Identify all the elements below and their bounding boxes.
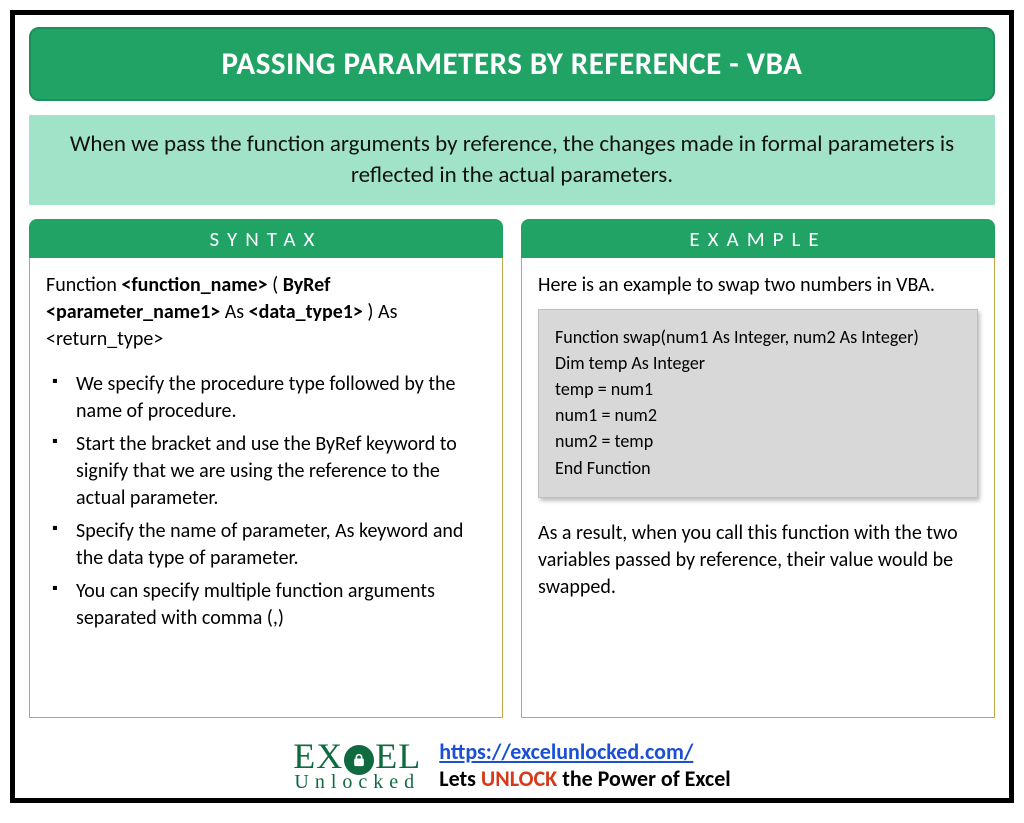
code-line: End Function	[555, 455, 961, 481]
syntax-text: Function	[46, 273, 121, 297]
syntax-column: SYNTAX Function <function_name> ( ByRef …	[29, 219, 503, 718]
tagline: Lets UNLOCK the Power of Excel	[439, 765, 730, 792]
example-outro: As a result, when you call this function…	[538, 520, 978, 601]
list-item: You can specify multiple function argume…	[50, 578, 486, 632]
list-item: We specify the procedure type followed b…	[50, 371, 486, 425]
syntax-header: SYNTAX	[29, 219, 503, 258]
code-block: Function swap(num1 As Integer, num2 As I…	[538, 309, 978, 498]
columns: SYNTAX Function <function_name> ( ByRef …	[29, 219, 995, 718]
infographic-frame: PASSING PARAMETERS BY REFERENCE - VBA Wh…	[10, 10, 1014, 803]
example-header: EXAMPLE	[521, 219, 995, 258]
example-intro: Here is an example to swap two numbers i…	[538, 272, 978, 299]
footer-text: https://excelunlocked.com/ Lets UNLOCK t…	[439, 738, 730, 792]
code-line: Function swap(num1 As Integer, num2 As I…	[555, 324, 961, 350]
logo-subtext: Unlocked	[294, 772, 420, 792]
list-item: Specify the name of parameter, As keywor…	[50, 518, 486, 572]
logo-text: EL	[375, 738, 421, 774]
intro-text: When we pass the function arguments by r…	[29, 115, 995, 205]
syntax-datatype: <data_type1>	[249, 300, 363, 324]
logo-text: EX	[293, 738, 343, 774]
logo-top: EX EL	[293, 738, 421, 774]
syntax-body: Function <function_name> ( ByRef <parame…	[29, 258, 503, 718]
tagline-suffix: the Power of Excel	[557, 765, 730, 792]
code-line: Dim temp As Integer	[555, 350, 961, 376]
syntax-declaration: Function <function_name> ( ByRef <parame…	[46, 272, 486, 353]
syntax-fn-name: <function_name>	[121, 273, 267, 297]
list-item: Start the bracket and use the ByRef keyw…	[50, 431, 486, 512]
code-line: temp = num1	[555, 376, 961, 402]
code-line: num1 = num2	[555, 402, 961, 428]
syntax-text: As	[220, 300, 248, 324]
site-link[interactable]: https://excelunlocked.com/	[439, 738, 693, 765]
footer: EX EL Unlocked https://excelunlocked.com…	[15, 738, 1009, 792]
syntax-text: (	[268, 273, 283, 297]
page-title: PASSING PARAMETERS BY REFERENCE - VBA	[29, 27, 995, 101]
tagline-unlock: UNLOCK	[481, 765, 557, 792]
example-body: Here is an example to swap two numbers i…	[521, 258, 995, 718]
example-column: EXAMPLE Here is an example to swap two n…	[521, 219, 995, 718]
code-line: num2 = temp	[555, 428, 961, 454]
syntax-bullets: We specify the procedure type followed b…	[46, 371, 486, 632]
tagline-prefix: Lets	[439, 765, 481, 792]
brand-logo: EX EL Unlocked	[293, 738, 421, 792]
